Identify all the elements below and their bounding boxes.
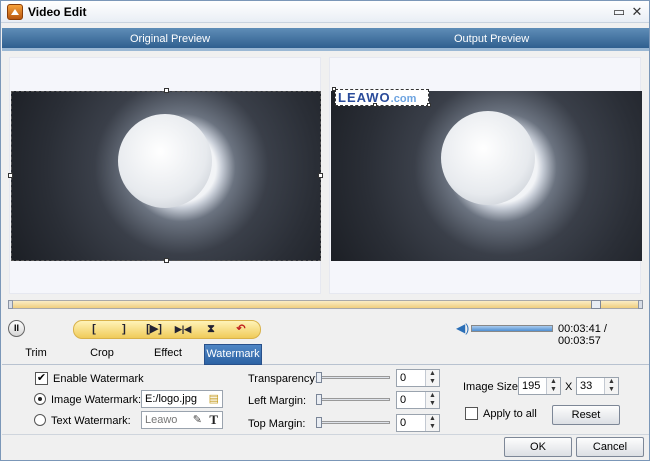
watermark-preview-main: LEAWO [338, 90, 391, 105]
font-icon[interactable]: T [209, 412, 218, 428]
current-time: 00:03:41 [558, 323, 601, 335]
seek-thumb[interactable] [591, 300, 601, 309]
apply-to-all-checkbox[interactable] [465, 407, 478, 420]
image-width-value: 195 [522, 380, 541, 392]
watermark-handle-tl[interactable] [332, 87, 336, 91]
top-margin-slider-thumb[interactable] [316, 417, 322, 428]
time-separator: / [603, 323, 607, 335]
left-margin-slider[interactable] [316, 394, 390, 405]
top-margin-spinner[interactable]: 0 ▲ ▼ [396, 414, 440, 432]
cancel-button[interactable]: Cancel [576, 437, 644, 457]
image-path-value: E:/logo.jpg [145, 393, 197, 405]
left-margin-spin-arrows[interactable]: ▲ ▼ [425, 392, 439, 408]
mark-out-icon[interactable]: ] [114, 322, 134, 337]
output-preview-label: Output Preview [454, 33, 530, 45]
image-height-spin-arrows[interactable]: ▲ ▼ [604, 378, 618, 394]
left-margin-label: Left Margin: [248, 395, 307, 407]
folder-icon[interactable]: ▤ [209, 391, 219, 407]
top-margin-spin-arrows[interactable]: ▲ ▼ [425, 415, 439, 431]
volume-icon[interactable]: ◀) [456, 322, 470, 335]
left-margin-slider-thumb[interactable] [316, 394, 322, 405]
edit-toolbar: [ ] [▶] ▶|◀ ⧗ ↶ [73, 320, 261, 339]
to-start-icon[interactable]: ▶|◀ [170, 322, 196, 337]
tab-effect[interactable]: Effect [145, 344, 191, 365]
trim-start-handle[interactable] [8, 300, 13, 309]
image-path-field[interactable]: E:/logo.jpg ▤ [141, 390, 223, 408]
enable-watermark-label: Enable Watermark [53, 373, 144, 385]
minimize-icon[interactable]: ▭ [611, 4, 627, 20]
transparency-label: Transparency: [248, 373, 318, 385]
enable-watermark-checkbox[interactable]: ✔ [35, 372, 48, 385]
image-height-value: 33 [580, 380, 593, 392]
crop-handle-left[interactable] [8, 173, 13, 178]
watermark-handle-bottom[interactable] [373, 103, 377, 107]
transparency-value: 0 [400, 372, 407, 384]
top-margin-value: 0 [400, 417, 407, 429]
text-watermark-radio[interactable] [34, 414, 46, 426]
undo-icon[interactable]: ↶ [231, 322, 251, 337]
text-watermark-label: Text Watermark: [51, 415, 131, 427]
left-margin-value: 0 [400, 394, 407, 406]
output-video-frame [331, 91, 642, 261]
title-bar: Video Edit ▭ ✕ [1, 1, 649, 23]
apply-to-all-label: Apply to all [483, 408, 537, 420]
mark-in-icon[interactable]: [ [84, 322, 104, 337]
trim-end-handle[interactable] [638, 300, 643, 309]
trim-icon[interactable]: ⧗ [201, 322, 221, 337]
watermark-preview-suffix: .com [390, 93, 417, 105]
watermark-panel: ✔ Enable Watermark Image Watermark: E:/l… [2, 365, 649, 433]
tab-watermark[interactable]: Watermark [204, 344, 262, 365]
top-margin-label: Top Margin: [248, 418, 306, 430]
transparency-slider[interactable] [316, 372, 390, 383]
pause-button[interactable]: II [8, 320, 25, 337]
text-watermark-field[interactable]: Leawo ✎ T [141, 411, 223, 429]
close-icon[interactable]: ✕ [629, 4, 645, 20]
app-logo-icon [7, 4, 23, 20]
ok-button[interactable]: OK [504, 437, 572, 457]
image-height-spinner[interactable]: 33 ▲ ▼ [576, 377, 619, 395]
edit-tabs: Trim Crop Effect Watermark [2, 344, 649, 365]
transparency-slider-thumb[interactable] [316, 372, 322, 383]
image-watermark-label: Image Watermark: [51, 394, 142, 406]
image-width-spin-arrows[interactable]: ▲ ▼ [546, 378, 560, 394]
play-selection-icon[interactable]: [▶] [141, 322, 167, 337]
text-watermark-value: Leawo [145, 414, 178, 426]
image-width-spinner[interactable]: 195 ▲ ▼ [518, 377, 561, 395]
crop-handle-right[interactable] [318, 173, 323, 178]
top-margin-slider[interactable] [316, 417, 390, 428]
transparency-spinner[interactable]: 0 ▲ ▼ [396, 369, 440, 387]
trim-seek-bar[interactable] [8, 300, 643, 309]
image-watermark-radio[interactable] [34, 393, 46, 405]
left-margin-spinner[interactable]: 0 ▲ ▼ [396, 391, 440, 409]
original-video-frame[interactable] [11, 91, 321, 261]
crop-handle-bottom[interactable] [164, 258, 169, 263]
reset-button[interactable]: Reset [552, 405, 620, 425]
watermark-preview[interactable]: LEAWO.com [335, 89, 429, 106]
original-preview-label: Original Preview [130, 33, 211, 45]
image-size-label: Image Size: [463, 381, 522, 393]
playback-controls: II [ ] [▶] ▶|◀ ⧗ ↶ ◀) 00:03:41 / 00:03:5… [1, 317, 649, 347]
moon-image [441, 111, 535, 205]
preview-header: Original Preview Output Preview [2, 28, 649, 51]
window-title: Video Edit [28, 5, 87, 19]
dialog-footer: OK Cancel [2, 434, 649, 461]
tab-crop[interactable]: Crop [82, 344, 122, 365]
transparency-spin-arrows[interactable]: ▲ ▼ [425, 370, 439, 386]
watermark-handle-br[interactable] [427, 103, 431, 107]
size-separator: X [565, 381, 573, 393]
moon-image [118, 114, 212, 208]
tab-trim[interactable]: Trim [16, 344, 56, 365]
crop-handle-top[interactable] [164, 88, 169, 93]
video-edit-window: Video Edit ▭ ✕ Original Preview Output P… [0, 0, 650, 461]
volume-slider[interactable] [471, 325, 553, 332]
pen-icon[interactable]: ✎ [193, 412, 202, 428]
